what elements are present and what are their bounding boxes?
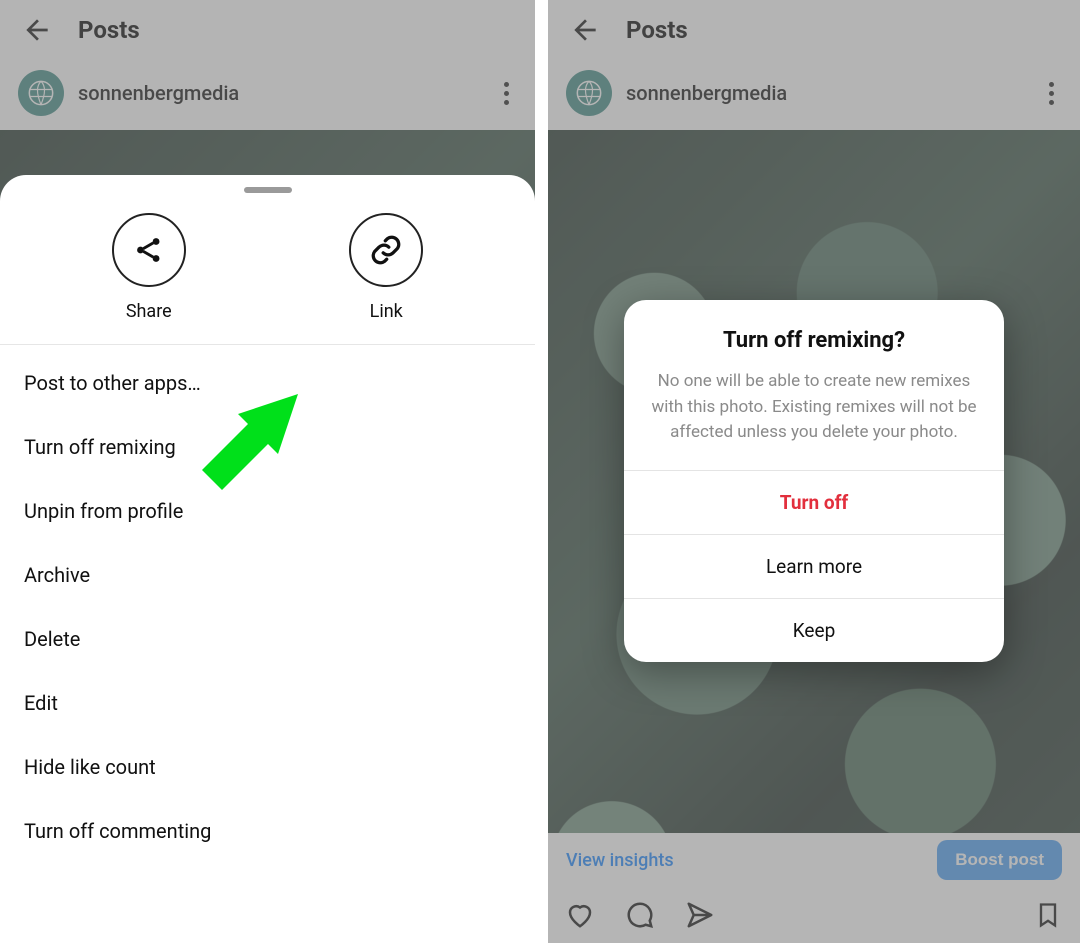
comment-icon	[625, 900, 655, 930]
globe-leaf-icon	[575, 79, 603, 107]
link-label: Link	[370, 301, 403, 322]
sheet-icon-row: Share Link	[0, 199, 535, 345]
heart-icon	[565, 900, 595, 930]
dialog-title: Turn off remixing?	[650, 328, 978, 353]
menu-post-to-other-apps[interactable]: Post to other apps…	[0, 351, 535, 415]
share-label: Share	[126, 301, 172, 322]
dialog-keep-button[interactable]: Keep	[624, 598, 1004, 662]
menu-turn-off-remixing[interactable]: Turn off remixing	[0, 415, 535, 479]
share-icon	[112, 213, 186, 287]
boost-post-button[interactable]: Boost post	[937, 840, 1062, 880]
post-author-row[interactable]: sonnenbergmedia	[0, 60, 535, 126]
dialog-learn-more-button[interactable]: Learn more	[624, 534, 1004, 598]
topbar: Posts	[548, 0, 1080, 60]
menu-unpin-from-profile[interactable]: Unpin from profile	[0, 479, 535, 543]
more-options-button[interactable]	[1041, 74, 1062, 113]
dialog-turn-off-button[interactable]: Turn off	[624, 470, 1004, 534]
comment-button[interactable]	[624, 899, 656, 931]
more-options-button[interactable]	[496, 74, 517, 113]
avatar[interactable]	[18, 70, 64, 116]
username[interactable]: sonnenbergmedia	[626, 81, 787, 105]
link-button[interactable]: Link	[301, 213, 471, 322]
avatar[interactable]	[566, 70, 612, 116]
page-title: Posts	[626, 16, 688, 44]
left-pane: Posts sonnenbergmedia Share	[0, 0, 535, 943]
bookmark-icon	[1034, 901, 1062, 929]
action-sheet: Share Link Post to other apps… Turn off …	[0, 175, 535, 943]
share-button[interactable]: Share	[64, 213, 234, 322]
dialog-body: Turn off remixing? No one will be able t…	[624, 300, 1004, 470]
arrow-left-icon	[569, 14, 601, 46]
arrow-left-icon	[21, 14, 53, 46]
back-button[interactable]	[20, 13, 54, 47]
post-action-bar	[548, 887, 1080, 943]
post-author-row[interactable]: sonnenbergmedia	[548, 60, 1080, 126]
menu-edit[interactable]: Edit	[0, 671, 535, 735]
page-title: Posts	[78, 16, 140, 44]
menu-delete[interactable]: Delete	[0, 607, 535, 671]
sheet-menu: Post to other apps… Turn off remixing Un…	[0, 345, 535, 869]
send-button[interactable]	[684, 899, 716, 931]
send-icon	[685, 900, 715, 930]
username[interactable]: sonnenbergmedia	[78, 81, 239, 105]
confirm-dialog: Turn off remixing? No one will be able t…	[624, 300, 1004, 662]
save-button[interactable]	[1032, 899, 1064, 931]
topbar: Posts	[0, 0, 535, 60]
insights-bar: View insights Boost post	[548, 833, 1080, 887]
menu-turn-off-commenting[interactable]: Turn off commenting	[0, 799, 535, 863]
dots-icon	[504, 82, 509, 87]
back-button[interactable]	[568, 13, 602, 47]
dialog-message: No one will be able to create new remixe…	[650, 369, 978, 446]
menu-hide-like-count[interactable]: Hide like count	[0, 735, 535, 799]
pane-gap	[535, 0, 548, 943]
globe-leaf-icon	[27, 79, 55, 107]
view-insights-link[interactable]: View insights	[566, 850, 674, 871]
sheet-handle[interactable]	[244, 187, 292, 193]
dots-icon	[1049, 82, 1054, 87]
right-pane: Posts sonnenbergmedia View insights Boos…	[548, 0, 1080, 943]
menu-archive[interactable]: Archive	[0, 543, 535, 607]
link-icon	[349, 213, 423, 287]
like-button[interactable]	[564, 899, 596, 931]
